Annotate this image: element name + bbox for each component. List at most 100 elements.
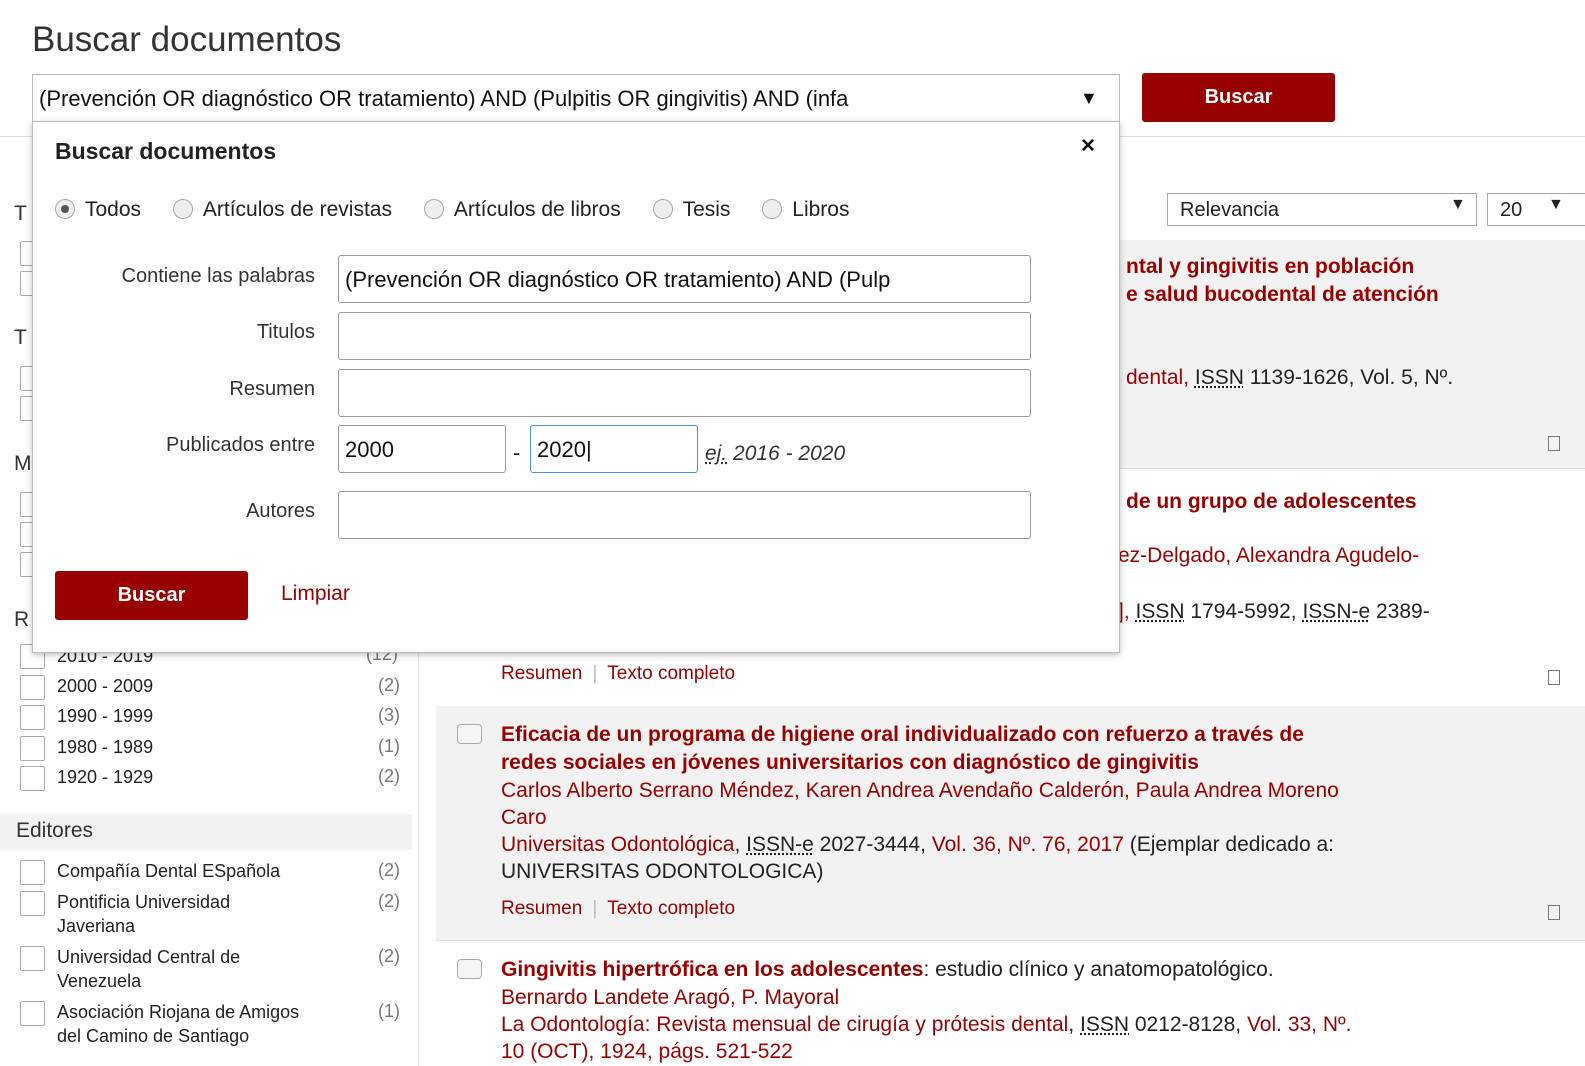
radio-icon[interactable] bbox=[762, 199, 783, 219]
radio-icon[interactable] bbox=[423, 199, 444, 219]
result-select-checkbox[interactable] bbox=[457, 959, 482, 979]
result-source: La Odontología: Revista mensual de cirug… bbox=[501, 1013, 1352, 1036]
result-select-checkbox[interactable] bbox=[457, 724, 482, 744]
result-title-cont[interactable]: e salud bucodental de atención bbox=[1126, 281, 1439, 309]
issn-abbr: ISSN bbox=[1194, 366, 1244, 389]
contains-label: Contiene las palabras bbox=[121, 265, 315, 287]
abstract-input[interactable] bbox=[338, 369, 1031, 417]
dialog-title: Buscar documentos bbox=[55, 138, 277, 164]
result-title[interactable]: ntal y gingivitis en población bbox=[1126, 253, 1414, 281]
radio-todos[interactable]: Todos bbox=[55, 198, 141, 221]
issn-abbr: ISSN bbox=[1135, 600, 1185, 623]
result-authors[interactable]: Carlos Alberto Serrano Méndez, Karen And… bbox=[501, 777, 1339, 804]
volume-link[interactable]: Vol. 36, Nº. 76, 2017 bbox=[932, 833, 1124, 856]
volume-link[interactable]: Vol. 33, Nº. bbox=[1247, 1013, 1352, 1036]
dropdown-arrow-icon: ▼ bbox=[1450, 196, 1466, 213]
result-authors[interactable]: ez-Delgado, Alexandra Agudelo- bbox=[1118, 542, 1419, 569]
editors-header: Editores bbox=[0, 814, 412, 850]
text-cursor: | bbox=[585, 437, 592, 462]
year-filter-checkbox[interactable] bbox=[20, 766, 45, 791]
editor-filter-label-cont: Venezuela bbox=[57, 971, 142, 991]
summary-link[interactable]: Resumen bbox=[501, 898, 582, 919]
result-source: ], ISSN 1794-5992, ISSN-e 2389- bbox=[1118, 600, 1430, 623]
document-type-radios: Todos Artículos de revistas Artículos de… bbox=[55, 198, 875, 222]
result-title[interactable]: Eficacia de un programa de higiene oral … bbox=[501, 721, 1304, 749]
authors-input[interactable] bbox=[338, 491, 1031, 539]
editor-filter-checkbox[interactable] bbox=[20, 891, 45, 916]
result-title-cont[interactable]: redes sociales en jóvenes universitarios… bbox=[501, 749, 1199, 777]
journal-link[interactable]: Universitas Odontológica bbox=[501, 833, 734, 856]
year-filter-count: (1) bbox=[378, 736, 400, 756]
radio-icon[interactable] bbox=[172, 199, 193, 219]
close-icon[interactable]: × bbox=[1081, 132, 1095, 160]
authors-label: Autores bbox=[246, 500, 315, 522]
filter-heading-partial: T bbox=[14, 326, 27, 349]
full-text-link[interactable]: Texto completo bbox=[607, 898, 735, 919]
result-title[interactable]: de un grupo de adolescentes bbox=[1126, 488, 1417, 516]
year-filter-label: 2000 - 2009 bbox=[57, 676, 154, 696]
year-filter-checkbox[interactable] bbox=[20, 675, 45, 700]
result-source: dental, ISSN 1139-1626, Vol. 5, Nº. bbox=[1126, 366, 1454, 389]
year-filter-label: 1990 - 1999 bbox=[57, 706, 154, 726]
issn-e-abbr: ISSN-e bbox=[1302, 600, 1371, 623]
sort-select[interactable]: Relevancia bbox=[1167, 193, 1477, 226]
editor-filter-label: Universidad Central de bbox=[57, 947, 241, 967]
year-filter-label: 1980 - 1989 bbox=[57, 737, 154, 757]
radio-selected-icon[interactable] bbox=[55, 199, 75, 219]
editor-filter-count: (2) bbox=[378, 860, 400, 880]
clear-link[interactable]: Limpiar bbox=[281, 582, 350, 606]
result-title[interactable]: Gingivitis hipertrófica en los adolescen… bbox=[501, 958, 923, 981]
radio-articulos-revistas[interactable]: Artículos de revistas bbox=[172, 198, 392, 221]
advanced-search-dialog: Buscar documentos × Todos Artículos de r… bbox=[32, 121, 1120, 653]
year-filter-count: (2) bbox=[378, 766, 400, 786]
editor-filter-count: (2) bbox=[378, 946, 400, 966]
radio-libros[interactable]: Libros bbox=[762, 198, 849, 221]
result-links: Resumen | Texto completo bbox=[501, 663, 735, 685]
document-icon[interactable] bbox=[1548, 436, 1560, 451]
link-separator: | bbox=[592, 663, 598, 684]
editor-filter-checkbox[interactable] bbox=[20, 946, 45, 971]
editors-title: Editores bbox=[16, 819, 94, 842]
filter-heading-partial: M bbox=[14, 452, 32, 475]
search-button[interactable]: Buscar bbox=[1142, 73, 1335, 122]
result-authors[interactable]: Bernardo Landete Aragó, P. Mayoral bbox=[501, 984, 839, 1011]
link-separator: | bbox=[592, 898, 598, 919]
editor-filter-label: Compañía Dental ESpañola bbox=[57, 861, 281, 881]
year-filter-count: (3) bbox=[378, 705, 400, 725]
editor-filter-checkbox[interactable] bbox=[20, 1001, 45, 1026]
year-filter-checkbox[interactable] bbox=[20, 736, 45, 761]
issn-abbr: ISSN bbox=[1080, 1013, 1130, 1036]
dropdown-arrow-icon[interactable]: ▼ bbox=[1080, 88, 1098, 109]
editor-filter-label-cont: del Camino de Santiago bbox=[57, 1026, 250, 1046]
result-title-line: Gingivitis hipertrófica en los adolescen… bbox=[501, 958, 1274, 981]
document-icon[interactable] bbox=[1548, 905, 1560, 920]
year-range-separator: - bbox=[513, 440, 521, 465]
titles-input[interactable] bbox=[338, 312, 1031, 360]
issn-e-abbr: ISSN-e bbox=[746, 833, 814, 856]
radio-icon[interactable] bbox=[652, 199, 673, 219]
filter-heading-partial: R bbox=[14, 608, 30, 631]
year-filter-checkbox[interactable] bbox=[20, 705, 45, 730]
document-icon[interactable] bbox=[1548, 670, 1560, 685]
result-authors-cont[interactable]: Caro bbox=[501, 804, 547, 831]
page-title: Buscar documentos bbox=[32, 20, 342, 59]
result-source-cont[interactable]: 10 (OCT), 1924, págs. 521-522 bbox=[501, 1038, 793, 1065]
editor-filter-label-cont: Javeriana bbox=[57, 916, 136, 936]
year-filter-label: 1920 - 1929 bbox=[57, 767, 154, 787]
radio-articulos-libros[interactable]: Artículos de libros bbox=[423, 198, 621, 221]
summary-link[interactable]: Resumen bbox=[501, 663, 582, 684]
search-input[interactable]: (Prevención OR diagnóstico OR tratamient… bbox=[32, 74, 1120, 122]
year-from-input[interactable]: 2000 bbox=[338, 425, 506, 473]
editor-filter-checkbox[interactable] bbox=[20, 860, 45, 885]
editor-filter-label: Pontificia Universidad bbox=[57, 892, 231, 912]
year-to-input[interactable]: 2020| bbox=[530, 425, 698, 473]
radio-tesis[interactable]: Tesis bbox=[652, 198, 730, 221]
year-hint: ej. 2016 - 2020 bbox=[705, 442, 846, 465]
page-size-select[interactable]: 20 bbox=[1487, 193, 1585, 226]
contains-words-input[interactable]: (Prevención OR diagnóstico OR tratamient… bbox=[338, 255, 1031, 303]
editor-filter-count: (2) bbox=[378, 891, 400, 911]
full-text-link[interactable]: Texto completo bbox=[607, 663, 735, 684]
abstract-label: Resumen bbox=[229, 378, 315, 400]
advanced-search-button[interactable]: Buscar bbox=[55, 571, 248, 620]
journal-link[interactable]: La Odontología: Revista mensual de cirug… bbox=[501, 1013, 1068, 1036]
